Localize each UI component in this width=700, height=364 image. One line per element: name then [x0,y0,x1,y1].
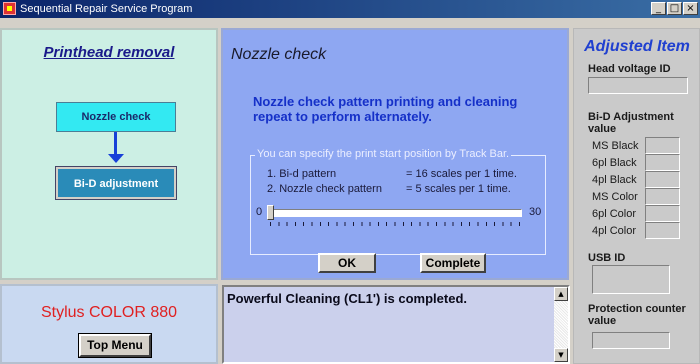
pattern-label-1: 1. Bi-d pattern [267,168,337,180]
track-bar-group-label: You can specify the print start position… [255,148,512,160]
procedure-title: Printhead removal [43,44,175,61]
title-bar: Sequential Repair Service Program _ □ × [0,0,700,18]
status-message: Powerful Cleaning (CL1') is completed. [227,291,468,306]
bid-adjustment-label: Bi-D Adjustment value [588,111,674,135]
pattern-value-2: = 5 scales per 1 time. [406,183,511,195]
flow-arrow-head-icon [108,154,124,163]
minimize-button[interactable]: _ [651,2,666,15]
track-bar-thumb[interactable] [267,205,274,220]
bid-row-label: 6pl Color [592,208,637,220]
complete-button[interactable]: Complete [420,253,486,273]
bid-value-field [645,205,680,222]
model-panel: Stylus COLOR 880 Top Menu [0,284,218,364]
bid-value-field [645,222,680,239]
bid-row-label: 6pl Black [592,157,637,169]
step-description: Nozzle check pattern printing and cleani… [253,94,518,124]
head-voltage-label: Head voltage ID [588,63,671,75]
usb-id-label: USB ID [588,252,626,264]
close-button[interactable]: × [683,2,698,15]
scroll-up-icon[interactable]: ▲ [554,287,568,301]
bid-value-field [645,137,680,154]
app-icon[interactable] [3,2,16,15]
maximize-button[interactable]: □ [667,2,682,15]
message-scrollbar[interactable]: ▲ ▼ [554,287,568,362]
usb-id-field [592,265,670,294]
adjusted-item-panel: Adjusted Item Head voltage ID Bi-D Adjus… [573,28,700,364]
bid-row-label: 4pl Color [592,225,637,237]
track-bar[interactable] [268,209,522,217]
bid-value-field [645,154,680,171]
head-voltage-field [588,77,688,94]
window-title: Sequential Repair Service Program [20,3,193,15]
bid-row-label: MS Black [592,140,639,152]
bid-value-field [645,188,680,205]
top-menu-button[interactable]: Top Menu [78,333,152,358]
ok-button[interactable]: OK [318,253,376,273]
flow-step-nozzle-check[interactable]: Nozzle check [56,102,176,132]
nozzle-check-panel: Nozzle check Nozzle check pattern printi… [221,28,569,280]
track-bar-ticks [270,222,520,226]
track-min-label: 0 [256,206,263,218]
message-box[interactable]: Powerful Cleaning (CL1') is completed. ▲… [222,285,570,364]
adjusted-item-title: Adjusted Item [584,38,690,55]
track-max-label: 30 [529,206,542,218]
protection-counter-label: Protection counter value [588,303,686,327]
protection-counter-field [592,332,670,349]
flow-step-bid-adjustment[interactable]: Bi-D adjustment [55,166,177,200]
pattern-value-1: = 16 scales per 1 time. [406,168,517,180]
track-bar-group: You can specify the print start position… [250,148,546,255]
flow-arrow [114,132,117,156]
procedure-panel: Printhead removal Nozzle check Bi-D adju… [0,28,218,280]
printer-model: Stylus COLOR 880 [40,304,178,321]
bid-value-field [645,171,680,188]
scroll-down-icon[interactable]: ▼ [554,348,568,362]
bid-row-label: 4pl Black [592,174,637,186]
pattern-label-2: 2. Nozzle check pattern [267,183,382,195]
bid-row-label: MS Color [592,191,638,203]
step-title: Nozzle check [231,46,327,63]
